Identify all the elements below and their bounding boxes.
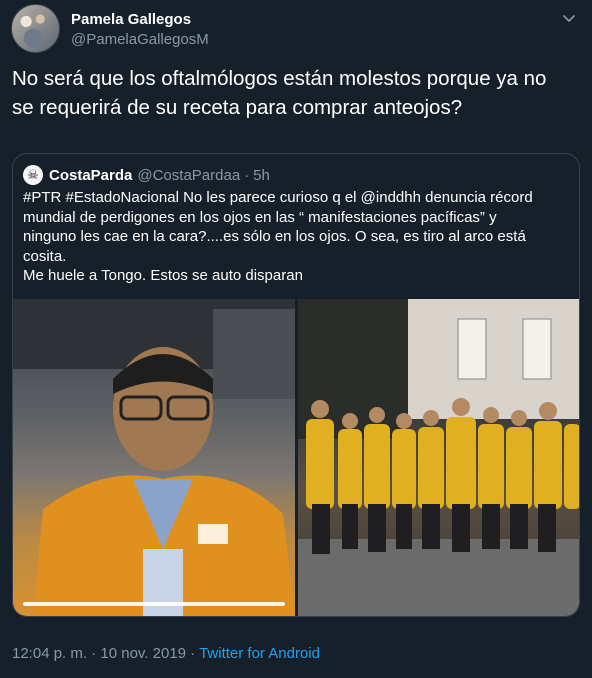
skull-icon[interactable]: ☠ [23, 165, 43, 185]
quoted-text-line: ninguno les cae en la cara?....es sólo e… [23, 228, 526, 245]
tweet-footer: 12:04 p. m. · 10 nov. 2019 · Twitter for… [12, 644, 320, 664]
author-name[interactable]: Pamela Gallegos [71, 10, 209, 30]
quoted-text-line: #PTR #EstadoNacional No les parece curio… [23, 189, 533, 206]
quoted-author-handle[interactable]: @CostaPardaa [137, 167, 240, 184]
author-info[interactable]: Pamela Gallegos @PamelaGallegosM [71, 10, 209, 50]
avatar[interactable] [11, 4, 60, 53]
tweet-header: Pamela Gallegos @PamelaGallegosM [11, 4, 581, 58]
quoted-time[interactable]: 5h [253, 167, 270, 184]
media-image-right[interactable] [298, 299, 579, 616]
quoted-dot: · [244, 166, 250, 184]
author-handle[interactable]: @PamelaGallegosM [71, 30, 209, 50]
quoted-tweet[interactable]: ☠ CostaParda @CostaPardaa · 5h #PTR #Est… [12, 153, 580, 617]
quoted-text-line: mundial de perdigones en los ojos en las… [23, 208, 497, 226]
footer-separator: · [186, 645, 200, 662]
tweet-source-link[interactable]: Twitter for Android [199, 645, 320, 662]
media-image-left[interactable] [13, 299, 295, 616]
quoted-text-line: cosita. [23, 247, 67, 265]
tweet-timestamp[interactable]: 12:04 p. m. · 10 nov. 2019 [12, 645, 186, 662]
quoted-author-name[interactable]: CostaParda [49, 167, 132, 184]
quoted-tweet-text: #PTR #EstadoNacional No les parece curio… [23, 188, 571, 286]
quoted-text-line: Me huele a Tongo. Estos se auto disparan [23, 267, 303, 284]
chevron-down-icon[interactable] [561, 10, 577, 26]
tweet-text: No será que los oftalmólogos están moles… [12, 67, 547, 119]
video-progress-bar[interactable] [23, 602, 285, 606]
quoted-media [13, 299, 579, 616]
quoted-tweet-header: ☠ CostaParda @CostaPardaa · 5h [23, 164, 270, 186]
